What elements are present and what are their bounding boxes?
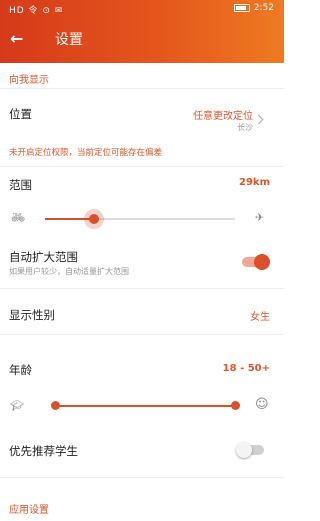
divider	[0, 288, 284, 289]
gender-label: 显示性别	[9, 308, 55, 322]
auto-expand-label: 自动扩大范围	[9, 250, 78, 264]
status-icons: HD 令 ⊙ ✉	[9, 6, 64, 16]
chevron-right-icon	[253, 114, 264, 125]
divider	[0, 88, 284, 89]
section-title-discover: 向我显示	[9, 75, 49, 86]
location-city: 长沙	[237, 123, 253, 132]
page-title: 设置	[55, 32, 83, 48]
airplane-icon: ✈︎	[255, 211, 265, 224]
age-slider-max-thumb[interactable]	[231, 401, 240, 410]
distance-value: 29km	[239, 177, 270, 188]
location-warning: 未开启定位权限，当前定位可能存在偏差	[9, 148, 163, 158]
bicycle-icon: 🚲︎	[11, 211, 25, 224]
section-title-app-settings: 应用设置	[9, 505, 49, 516]
divider	[0, 334, 284, 335]
age-value: 18 - 50+	[222, 363, 270, 374]
divider	[0, 166, 284, 167]
age-slider-min-thumb[interactable]	[51, 401, 60, 410]
status-right: 2:52	[233, 3, 274, 13]
distance-slider-thumb[interactable]	[84, 209, 105, 229]
location-value: 任意更改定位	[193, 111, 253, 122]
toggle-knob	[254, 254, 270, 270]
gender-value: 女生	[250, 312, 270, 323]
divider	[0, 477, 284, 478]
graduation-cap-icon: 🎓︎	[10, 399, 24, 412]
back-arrow-icon[interactable]: ←	[10, 31, 23, 47]
student-first-toggle[interactable]	[236, 442, 264, 458]
auto-expand-desc: 如果用户较少，自动适量扩大范围	[9, 267, 129, 276]
battery-icon	[233, 4, 250, 12]
elder-face-icon: ☺	[255, 397, 269, 412]
distance-label: 范围	[9, 178, 32, 192]
age-label: 年龄	[9, 363, 32, 377]
location-label: 位置	[9, 107, 32, 121]
status-bar: HD 令 ⊙ ✉ 2:52	[0, 0, 284, 18]
age-slider-track[interactable]	[55, 405, 236, 407]
app-header: HD 令 ⊙ ✉ 2:52 ← 设置	[0, 0, 284, 63]
auto-expand-toggle[interactable]	[242, 254, 270, 270]
toggle-knob	[236, 442, 252, 458]
student-first-label: 优先推荐学生	[9, 444, 78, 458]
status-time: 2:52	[253, 3, 274, 13]
